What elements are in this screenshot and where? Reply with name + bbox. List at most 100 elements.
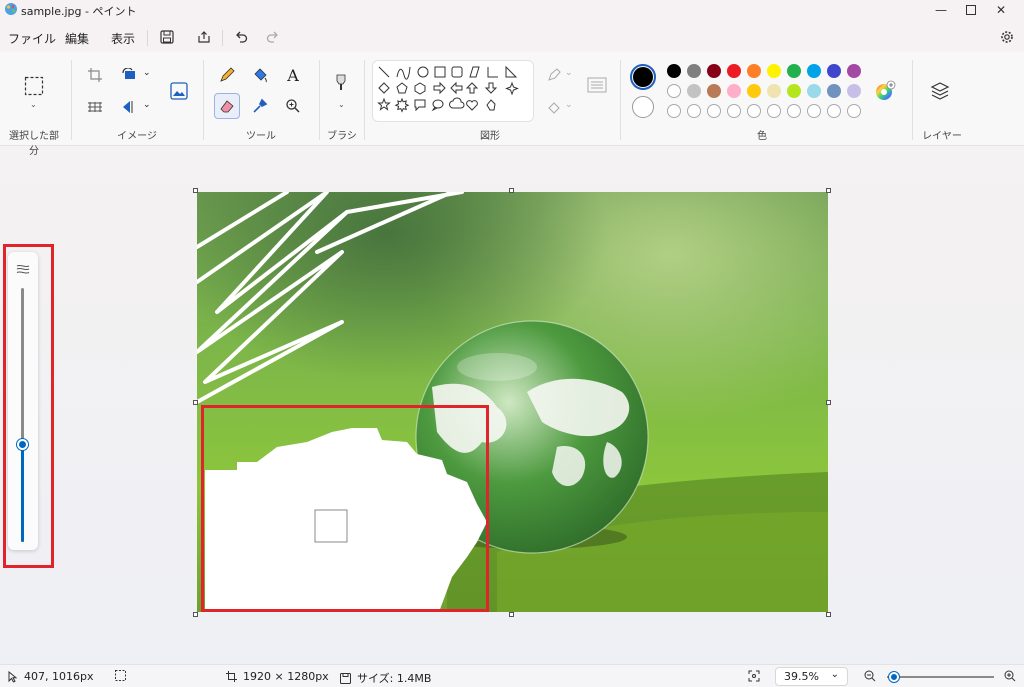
color-swatch[interactable] — [807, 64, 821, 78]
crop-button[interactable] — [82, 62, 108, 88]
color-swatch[interactable] — [767, 84, 781, 98]
redo-button[interactable] — [264, 28, 282, 46]
custom-color-slot[interactable] — [727, 104, 741, 118]
color-swatch[interactable] — [687, 64, 701, 78]
undo-button[interactable] — [232, 28, 250, 46]
color-swatch[interactable] — [667, 64, 681, 78]
magnifier-tool[interactable] — [280, 93, 306, 119]
status-bar: 407, 1016px 1920 × 1280px サイズ: 1.4MB 39.… — [0, 664, 1024, 687]
menu-edit[interactable]: 編集 — [65, 30, 89, 47]
save-button[interactable] — [158, 28, 176, 46]
primary-color-button[interactable] — [630, 64, 656, 90]
shapes-gallery-icons[interactable] — [373, 61, 535, 123]
resize-handle-top-left[interactable] — [193, 188, 198, 193]
fit-to-window-button[interactable] — [748, 670, 760, 682]
fit-window-icon — [748, 670, 760, 682]
zoom-in-icon — [1004, 670, 1016, 682]
color-swatch[interactable] — [827, 64, 841, 78]
custom-color-slot[interactable] — [787, 104, 801, 118]
color-swatch[interactable] — [787, 84, 801, 98]
color-swatch[interactable] — [707, 64, 721, 78]
stroke-size-button[interactable] — [584, 72, 610, 98]
text-tool[interactable]: A — [280, 62, 306, 88]
chevron-down-icon[interactable]: ⌄ — [338, 100, 345, 109]
custom-color-slot[interactable] — [667, 104, 681, 118]
eraser-tool[interactable] — [214, 93, 240, 119]
canvas-dimensions: 1920 × 1280px — [226, 670, 329, 683]
ribbon-divider — [620, 60, 621, 140]
color-swatch[interactable] — [687, 84, 701, 98]
color-swatch[interactable] — [747, 84, 761, 98]
brush-button[interactable] — [328, 70, 354, 96]
color-swatch[interactable] — [727, 84, 741, 98]
fill-button[interactable] — [541, 94, 567, 120]
menu-bar: ファイル 編集 表示 — [0, 26, 1024, 50]
highlight-box-size-slider — [3, 244, 54, 568]
settings-button[interactable] — [998, 28, 1016, 46]
chevron-down-icon[interactable]: ⌄ — [565, 100, 573, 110]
resize-handle-top-right[interactable] — [826, 188, 831, 193]
layers-button[interactable] — [927, 78, 953, 104]
canvas-size-icon — [226, 671, 237, 682]
select-button[interactable] — [20, 72, 48, 100]
fill-tool[interactable] — [247, 62, 273, 88]
custom-color-slot[interactable] — [847, 104, 861, 118]
outline-button[interactable] — [541, 62, 567, 88]
zoom-select[interactable]: 39.5% ⌄ — [775, 667, 848, 686]
menu-file[interactable]: ファイル — [8, 30, 56, 47]
custom-color-slot[interactable] — [747, 104, 761, 118]
color-swatch[interactable] — [827, 84, 841, 98]
zoom-in-button[interactable] — [1004, 670, 1016, 682]
zoom-slider-thumb[interactable] — [889, 672, 900, 682]
eyedropper-icon — [253, 98, 268, 113]
custom-color-slot[interactable] — [707, 104, 721, 118]
ribbon-divider — [319, 60, 320, 140]
pencil-icon — [220, 67, 235, 82]
resize-handle-left[interactable] — [193, 400, 198, 405]
chevron-down-icon[interactable]: ⌄ — [30, 100, 37, 109]
zoom-slider-track[interactable] — [887, 672, 994, 682]
rotate-button[interactable] — [117, 62, 143, 88]
group-label-image: イメージ — [117, 131, 157, 142]
chevron-down-icon[interactable]: ⌄ — [143, 100, 151, 110]
color-swatch[interactable] — [747, 64, 761, 78]
color-swatch[interactable] — [807, 84, 821, 98]
menu-view[interactable]: 表示 — [111, 30, 135, 47]
resize-icon — [88, 102, 102, 112]
resize-handle-bottom-left[interactable] — [193, 612, 198, 617]
pointer-icon — [8, 670, 18, 683]
resize-button[interactable] — [82, 94, 108, 120]
image-properties-button[interactable] — [166, 78, 192, 104]
edit-colors-button[interactable] — [872, 78, 898, 104]
chevron-down-icon[interactable]: ⌄ — [565, 68, 573, 78]
color-swatch[interactable] — [707, 84, 721, 98]
flip-button[interactable] — [117, 94, 143, 120]
resize-handle-right[interactable] — [826, 400, 831, 405]
color-swatch[interactable] — [727, 64, 741, 78]
color-swatch[interactable] — [847, 84, 861, 98]
share-button[interactable] — [195, 28, 213, 46]
resize-handle-bottom[interactable] — [509, 612, 514, 617]
shape-fill-icon — [548, 102, 560, 114]
color-swatch[interactable] — [787, 64, 801, 78]
shapes-gallery — [372, 60, 534, 122]
color-swatch[interactable] — [667, 84, 681, 98]
color-swatch[interactable] — [767, 64, 781, 78]
color-swatch[interactable] — [847, 64, 861, 78]
group-label-tools: ツール — [246, 131, 276, 142]
custom-color-slot[interactable] — [687, 104, 701, 118]
custom-color-slot[interactable] — [827, 104, 841, 118]
save-icon — [340, 672, 351, 684]
resize-handle-bottom-right[interactable] — [826, 612, 831, 617]
custom-color-slot[interactable] — [807, 104, 821, 118]
custom-color-slot[interactable] — [767, 104, 781, 118]
close-button[interactable]: ✕ — [978, 0, 1024, 20]
eraser-icon — [220, 100, 234, 113]
redo-icon — [266, 31, 278, 43]
pencil-tool[interactable] — [214, 62, 240, 88]
secondary-color-button[interactable] — [632, 96, 654, 118]
color-picker-tool[interactable] — [247, 93, 273, 119]
resize-handle-top[interactable] — [509, 188, 514, 193]
zoom-out-button[interactable] — [864, 670, 876, 682]
chevron-down-icon[interactable]: ⌄ — [143, 68, 151, 78]
